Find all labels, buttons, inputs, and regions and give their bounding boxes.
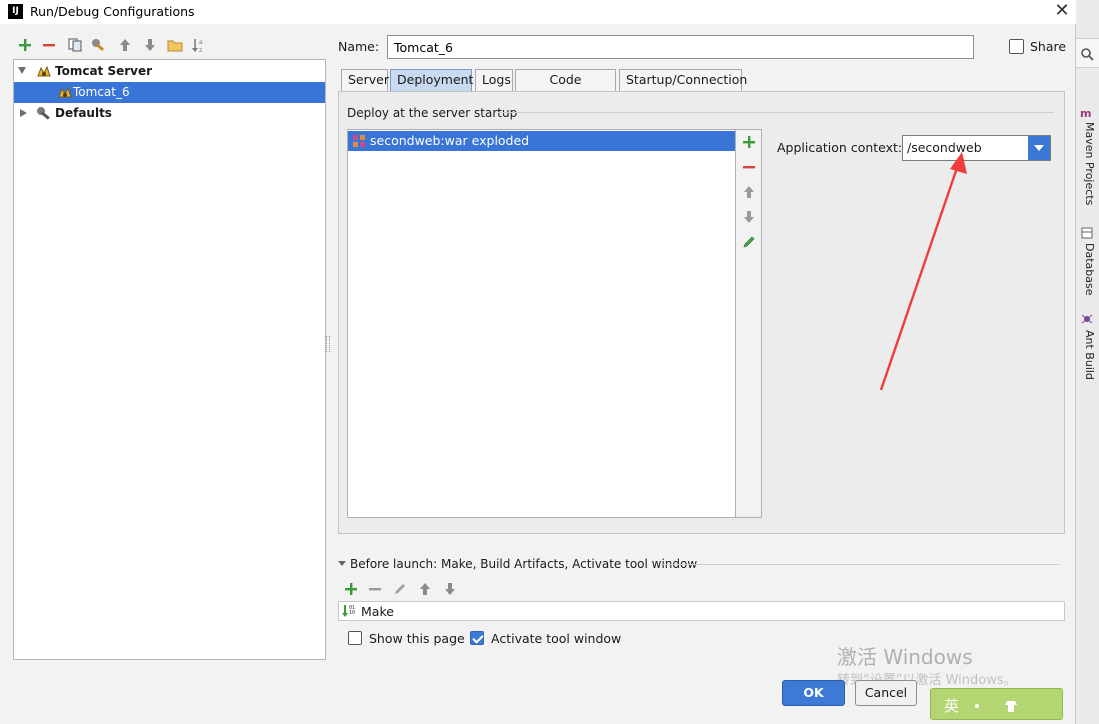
run-debug-dialog: IJ Run/Debug Configurations ✕ az Tomcat …: [0, 0, 1076, 724]
tree-item-defaults[interactable]: Defaults: [14, 103, 325, 124]
before-launch-item: Make: [361, 604, 394, 619]
ime-toolbar[interactable]: 英: [930, 688, 1063, 720]
make-icon: 01 10: [342, 604, 358, 618]
add-icon[interactable]: [16, 36, 34, 54]
expand-arrow-icon[interactable]: [18, 67, 26, 74]
wrench-icon: [36, 106, 52, 121]
add-icon[interactable]: [741, 134, 757, 150]
tree-item-label: Defaults: [55, 106, 112, 120]
tomcat-icon: [57, 85, 73, 100]
remove-icon[interactable]: [40, 36, 58, 54]
name-input[interactable]: [387, 35, 974, 59]
deploy-list-toolbar: [736, 129, 762, 518]
section-divider: [663, 564, 1060, 565]
activation-watermark-title: 激活 Windows: [837, 645, 973, 669]
collapse-arrow-icon[interactable]: [338, 561, 346, 566]
application-context-label: Application context:: [777, 140, 903, 155]
tree-item-tomcat-server[interactable]: Tomcat Server: [14, 61, 325, 82]
tab-startup-connection[interactable]: Startup/Connection: [619, 69, 747, 91]
move-down-icon[interactable]: [141, 36, 159, 54]
tool-window-strip: m Maven Projects Database Ant Build: [1076, 0, 1099, 724]
application-context-combo[interactable]: /secondweb: [902, 135, 1051, 161]
svg-text:10: 10: [349, 610, 355, 616]
cancel-button[interactable]: Cancel: [855, 680, 917, 706]
move-down-icon[interactable]: [441, 580, 459, 598]
share-label: Share: [1030, 39, 1067, 54]
move-down-icon[interactable]: [741, 209, 757, 225]
configurations-toolbar: az: [14, 36, 324, 56]
svg-text:z: z: [199, 47, 202, 53]
tomcat-icon: [36, 64, 52, 79]
show-page-label: Show this page: [369, 631, 465, 646]
add-icon[interactable]: [342, 580, 360, 598]
tab-logs[interactable]: Logs: [475, 69, 513, 91]
tab-deployment[interactable]: Deployment: [390, 69, 473, 91]
side-tab-ant-build[interactable]: Ant Build: [1078, 330, 1096, 380]
tree-item-label: Tomcat Server: [55, 64, 153, 78]
edit-pencil-icon[interactable]: [741, 234, 757, 250]
share-checkbox[interactable]: [1009, 39, 1024, 54]
application-context-value: /secondweb: [907, 140, 982, 155]
ok-button[interactable]: OK: [782, 680, 845, 706]
svg-text:a: a: [199, 39, 203, 46]
remove-icon[interactable]: [366, 580, 384, 598]
chevron-down-icon[interactable]: [1028, 136, 1050, 160]
name-label: Name:: [338, 39, 380, 54]
maven-icon: m: [1080, 107, 1091, 120]
svg-text:m: m: [1080, 107, 1091, 120]
splitter-handle[interactable]: [326, 336, 330, 352]
side-tab-database[interactable]: Database: [1078, 243, 1096, 296]
activate-tool-window-checkbox[interactable]: [470, 631, 484, 645]
edit-defaults-icon[interactable]: [90, 36, 108, 54]
list-item[interactable]: secondweb:war exploded: [348, 131, 735, 151]
before-launch-label[interactable]: Before launch: Make, Build Artifacts, Ac…: [350, 557, 697, 571]
activate-tool-window-label: Activate tool window: [491, 631, 622, 646]
copy-icon[interactable]: [66, 36, 84, 54]
before-launch-toolbar: [342, 580, 472, 598]
collapsed-arrow-icon[interactable]: [20, 109, 27, 117]
move-up-icon[interactable]: [116, 36, 134, 54]
before-launch-list[interactable]: 01 10 Make: [338, 601, 1065, 621]
ant-icon: [1081, 314, 1093, 324]
tree-item-tomcat-6[interactable]: Tomcat_6: [14, 82, 325, 103]
ime-language-label: 英: [944, 697, 960, 715]
tree-item-label: Tomcat_6: [73, 85, 130, 99]
sort-icon[interactable]: az: [190, 36, 208, 54]
edit-pencil-icon[interactable]: [391, 580, 409, 598]
ime-tools-icon: [975, 700, 1017, 713]
close-icon[interactable]: ✕: [1052, 0, 1072, 22]
tab-server[interactable]: Server: [341, 69, 389, 91]
section-divider: [498, 112, 1054, 113]
artifact-label: secondweb:war exploded: [370, 133, 530, 148]
search-area[interactable]: [1076, 38, 1099, 68]
intellij-icon: IJ: [8, 4, 23, 19]
configurations-tree: Tomcat Server Tomcat_6 Defaults: [13, 59, 326, 660]
move-up-icon[interactable]: [416, 580, 434, 598]
title-bar: IJ Run/Debug Configurations ✕: [0, 0, 1076, 24]
remove-icon[interactable]: [741, 159, 757, 175]
side-tab-maven-projects[interactable]: Maven Projects: [1078, 122, 1096, 205]
show-page-checkbox[interactable]: [348, 631, 362, 645]
tab-code-coverage[interactable]: Code Coverage: [515, 69, 616, 107]
dialog-title: Run/Debug Configurations: [30, 4, 195, 19]
database-icon: [1081, 227, 1093, 239]
move-up-icon[interactable]: [741, 184, 757, 200]
folder-icon[interactable]: [166, 36, 184, 54]
deploy-artifacts-list[interactable]: secondweb:war exploded: [347, 129, 736, 518]
artifact-icon: [352, 134, 366, 148]
deploy-section-label: Deploy at the server startup: [347, 106, 518, 120]
search-icon[interactable]: [1080, 47, 1094, 61]
